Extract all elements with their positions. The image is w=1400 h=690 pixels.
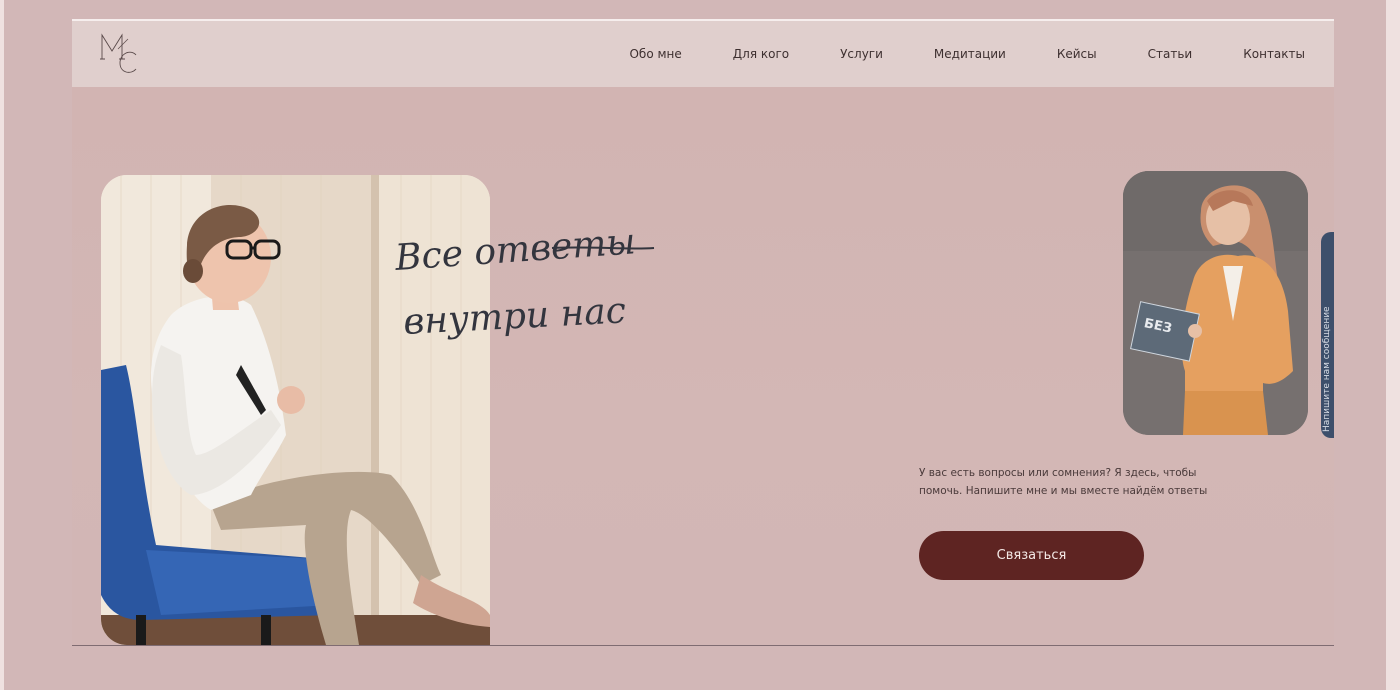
logo[interactable] xyxy=(98,29,146,79)
hero-description: У вас есть вопросы или сомнения? Я здесь… xyxy=(919,467,1208,497)
nav-item-for-whom[interactable]: Для кого xyxy=(733,47,789,61)
standing-woman-illustration: БЕЗ xyxy=(1123,171,1308,435)
nav-item-cases[interactable]: Кейсы xyxy=(1057,47,1097,61)
logo-monogram-icon xyxy=(100,33,137,73)
main-nav: Обо мне Для кого Услуги Медитации Кейсы … xyxy=(578,21,1305,87)
hero-photo-standing-woman: БЕЗ xyxy=(1123,171,1308,435)
nav-item-meditations[interactable]: Медитации xyxy=(934,47,1006,61)
handwriting-line-2: внутри нас xyxy=(402,290,627,343)
side-tab-label: Напишите нам сообщение xyxy=(1322,306,1332,432)
nav-item-about[interactable]: Обо мне xyxy=(629,47,681,61)
nav-item-articles[interactable]: Статьи xyxy=(1148,47,1193,61)
contact-button[interactable]: Связаться xyxy=(919,531,1144,580)
hero-divider xyxy=(72,645,1334,646)
nav-item-contacts[interactable]: Контакты xyxy=(1243,47,1305,61)
message-side-tab[interactable]: Напишите нам сообщение xyxy=(1321,232,1334,438)
handwriting-line-1: Все ответы xyxy=(393,221,637,279)
site-header: Обо мне Для кого Услуги Медитации Кейсы … xyxy=(72,21,1334,87)
handwriting-lettering: Все ответы внутри нас xyxy=(393,221,655,343)
nav-item-services[interactable]: Услуги xyxy=(840,47,883,61)
